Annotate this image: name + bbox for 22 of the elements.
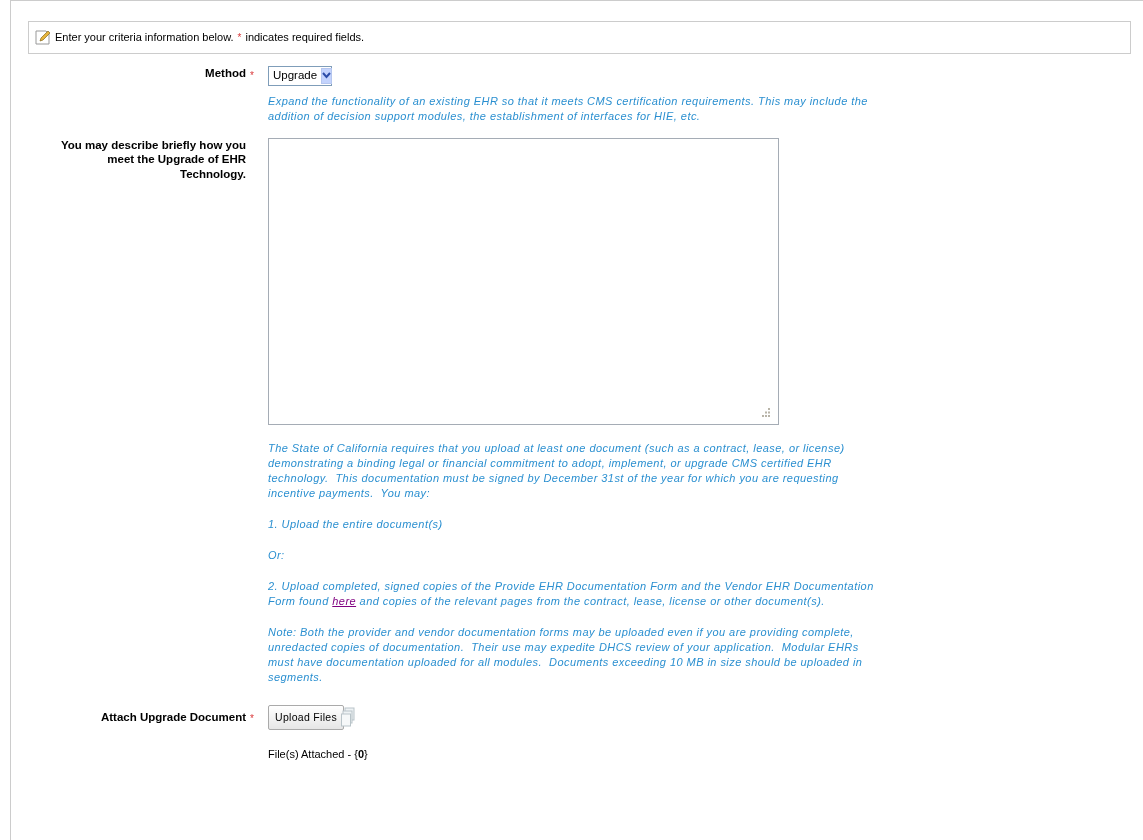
note-edit-icon — [35, 29, 51, 46]
required-mark: * — [250, 712, 254, 724]
help-text: Expand the functionality of an existing EHR so that it meets CMS certification requirements. This may include the addition of decision support modules, the establishment of interfaces for HIE, etc. — [268, 93, 869, 124]
method-select[interactable]: Upgrade — [268, 65, 332, 86]
intro-text: Enter your criteria information below. — [55, 30, 234, 45]
instruction-text: Note: Both the provider and vendor documentation forms may be uploaded even if you are providing complete, unredacted copies of documentation. Their use may expedite DHCS review of your application. Modular EHRs must have documentation uploaded for all modules. Documents exceeding 10 MB in size should be uploaded in segments. — [268, 624, 864, 685]
instruction-text: Or: — [268, 547, 286, 563]
required-mark: * — [250, 69, 254, 81]
field-label: You may describe briefly how you meet the Upgrade of EHR Technology. — [59, 137, 247, 183]
required-mark: * — [237, 30, 242, 45]
resize-grip-icon — [761, 407, 771, 418]
intro-text: indicates required fields. — [245, 30, 365, 45]
field-label: Method — [204, 65, 247, 81]
upload-files-button[interactable]: Upload Files — [268, 704, 344, 731]
instruction-text: 1. Upload the entire document(s) — [268, 516, 444, 532]
instruction-text: 2. Upload completed, signed copies of the Provide EHR Documentation Form and the Vendor EHR Documentation Form found here and copies of the relevant pages from the contract, lease, license or other document(s). — [268, 578, 875, 609]
documents-icon — [340, 707, 355, 728]
field-label: Attach Upgrade Document — [99, 709, 247, 725]
instruction-text: The State of California requires that you upload at least one document (such as a contract, lease, or license) demonstrating a binding legal or financial commitment to adopt, implement, or upgrade CMS certified EHR technology. This documentation must be signed by December 31st of the year for which you are requesting incentive payments. You may: — [268, 440, 846, 501]
here-link[interactable]: here — [332, 594, 357, 607]
description-textarea[interactable] — [268, 137, 779, 425]
attachment-status: File(s) Attached - {0} — [268, 747, 369, 763]
